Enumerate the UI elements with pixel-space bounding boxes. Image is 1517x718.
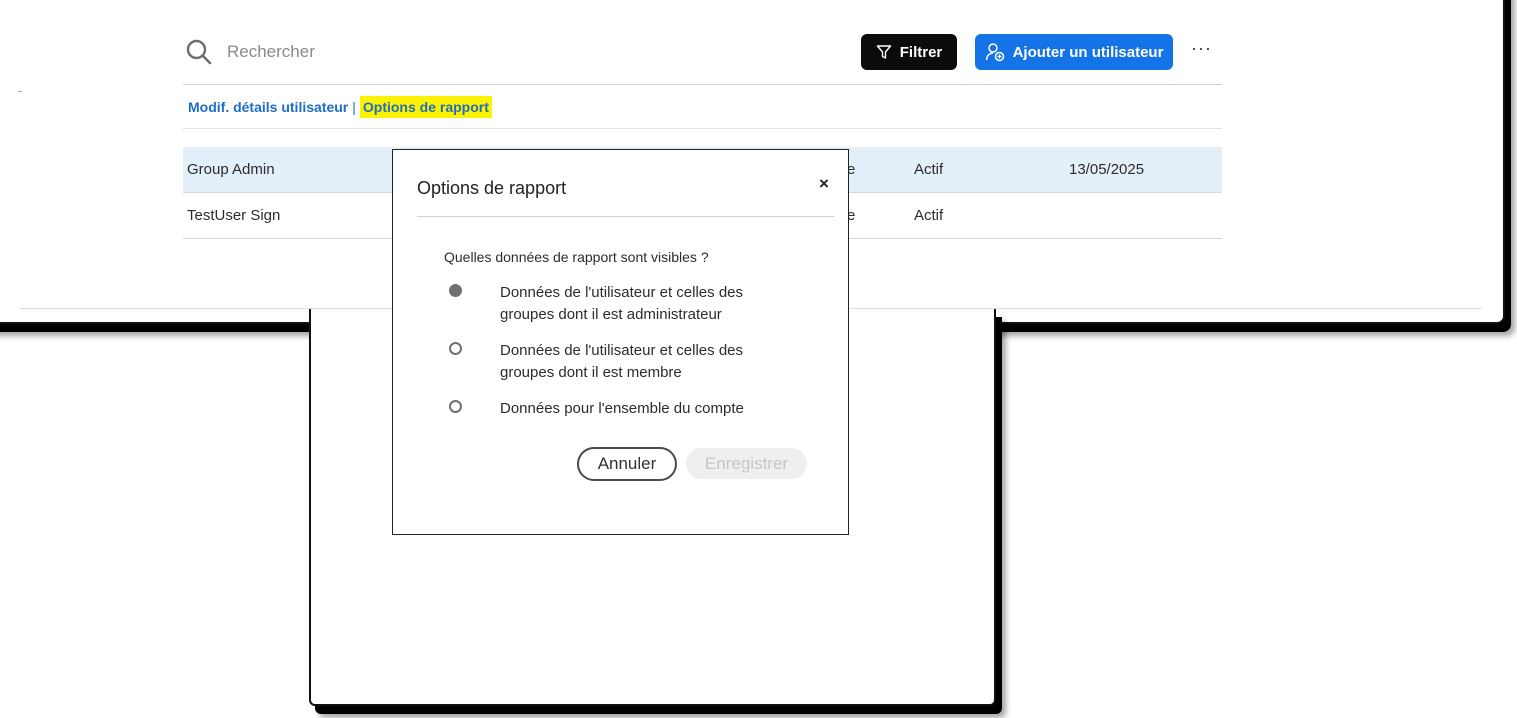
divider-tick (18, 91, 22, 92)
option-label: Données pour l'ensemble du compte (500, 400, 744, 417)
divider (183, 128, 1222, 129)
divider (417, 216, 834, 217)
option-label: Données de l'utilisateur et celles des g… (500, 284, 744, 323)
report-options-dialog: Options de rapport × Quelles données de … (392, 149, 849, 535)
filter-button-label: Filtrer (899, 43, 943, 61)
add-user-icon (985, 43, 1004, 62)
add-user-button[interactable]: Ajouter un utilisateur (975, 34, 1173, 70)
dialog-title: Options de rapport (417, 178, 567, 198)
search-icon[interactable] (186, 39, 212, 65)
edit-user-details-link[interactable]: Modif. détails utilisateur (188, 99, 348, 115)
user-name: TestUser Sign (187, 207, 281, 224)
row-actions: Modif. détails utilisateur | Options de … (188, 94, 492, 120)
actions-separator: | (352, 99, 356, 115)
user-status: Actif (914, 207, 944, 224)
dialog-question: Quelles données de rapport sont visibles… (444, 249, 709, 265)
radio-button-selected[interactable] (449, 284, 462, 297)
filter-icon (876, 45, 891, 59)
add-user-button-label: Ajouter un utilisateur (1012, 43, 1164, 61)
search-input[interactable]: Rechercher (227, 42, 315, 62)
toolbar: Rechercher Filtrer Ajouter un utilisateu… (183, 30, 1222, 85)
report-options-link[interactable]: Options de rapport (359, 96, 492, 118)
radio-button[interactable] (449, 342, 462, 355)
option-label: Données de l'utilisateur et celles des g… (500, 342, 744, 381)
user-name: Group Admin (187, 161, 275, 178)
close-icon[interactable]: × (819, 174, 829, 194)
filter-button[interactable]: Filtrer (861, 34, 957, 70)
user-date: 13/05/2025 (1069, 161, 1145, 178)
save-button[interactable]: Enregistrer (686, 448, 807, 479)
more-options-icon[interactable]: ··· (1191, 38, 1212, 59)
cancel-button[interactable]: Annuler (577, 447, 677, 481)
user-status: Actif (914, 161, 944, 178)
radio-button[interactable] (449, 400, 462, 413)
